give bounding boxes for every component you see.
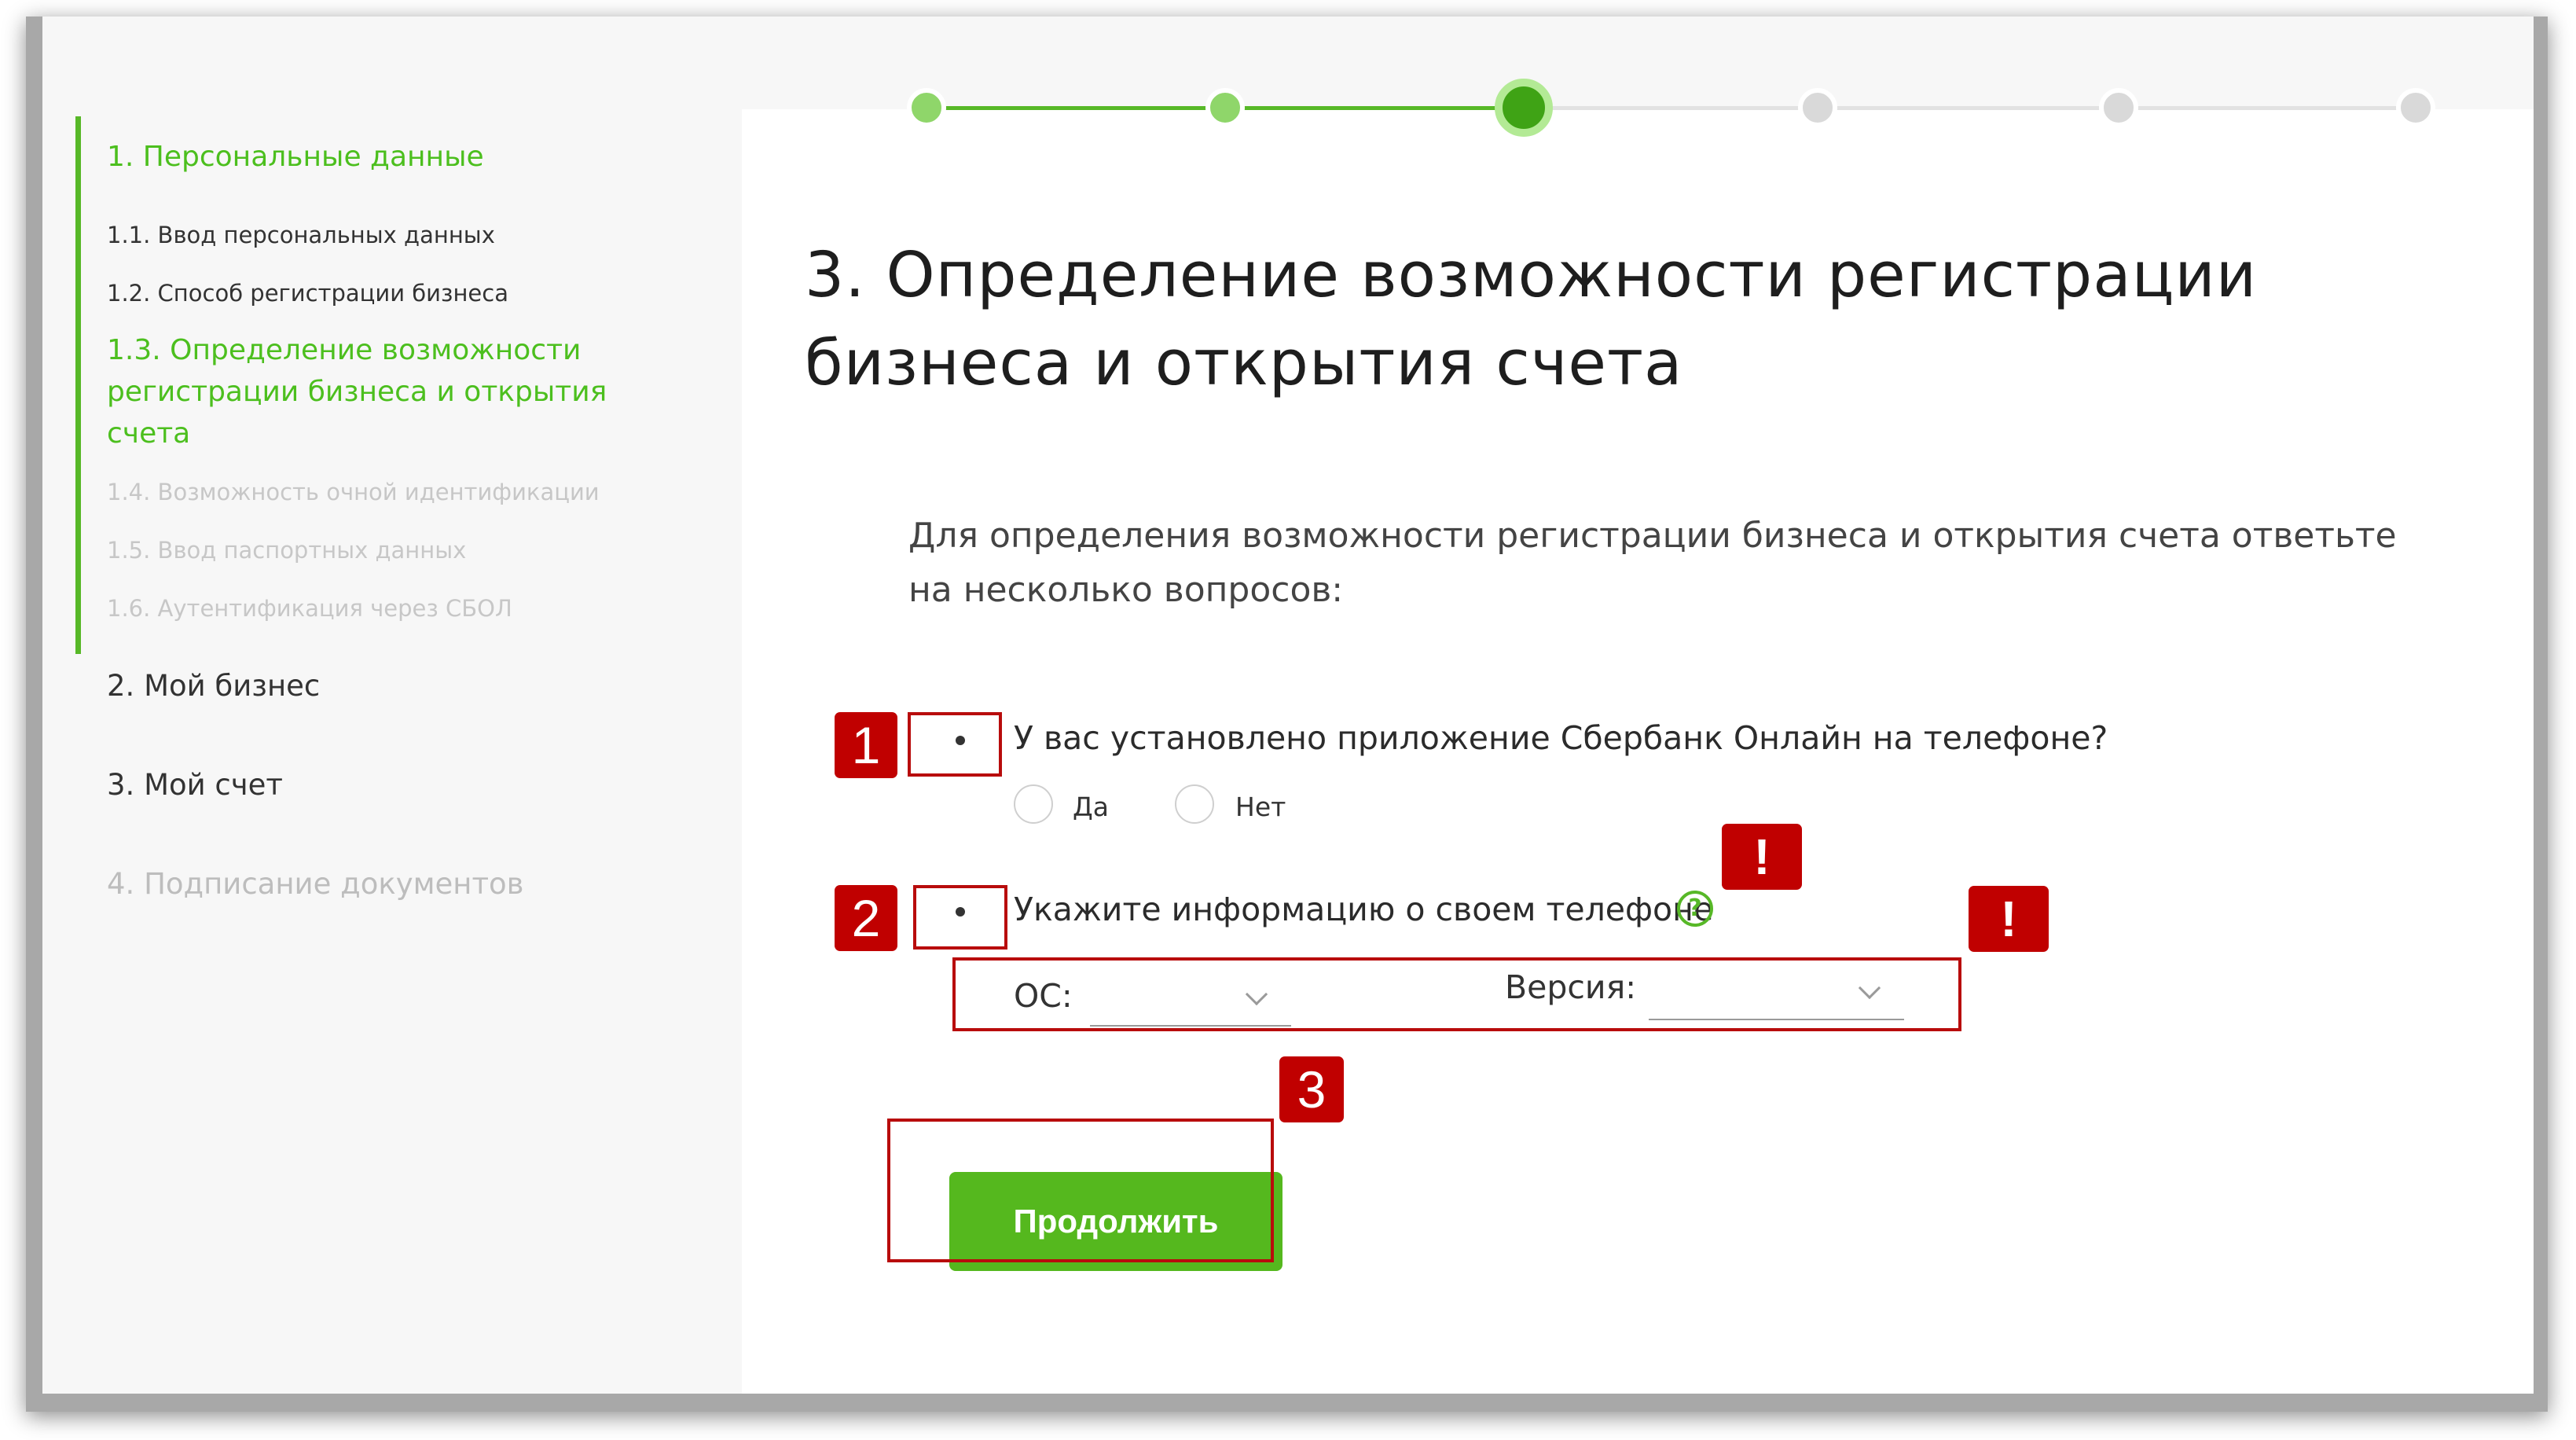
sidebar-section-my-account[interactable]: 3. Мой счет: [107, 767, 283, 803]
stepper-line-1: [927, 106, 1225, 110]
sidebar-item-personal-data-input[interactable]: 1.1. Ввод персональных данных: [107, 221, 495, 249]
sidebar-item-passport-data: 1.5. Ввод паспортных данных: [107, 537, 467, 564]
stepper-line-3: [1524, 106, 1822, 110]
radio-no[interactable]: [1175, 784, 1214, 824]
annotation-box-continue-button: [887, 1119, 1274, 1262]
radio-yes[interactable]: [1014, 784, 1053, 824]
annotation-marker-2: 2: [835, 885, 897, 951]
annotation-box-question-2-bullet: [913, 885, 1007, 950]
annotation-box-question-1-bullet: [908, 712, 1002, 777]
stepper-line-5: [2121, 106, 2416, 110]
stepper-step-5: [2099, 88, 2138, 127]
page-title-line-1: 3. Определение возможности регистрации: [805, 239, 2258, 311]
intro-text-line-2: на несколько вопросов:: [908, 570, 1344, 610]
stepper-step-1: [907, 88, 946, 127]
annotation-marker-1: 1: [835, 712, 897, 778]
annotation-box-phone-selects: [952, 957, 1961, 1031]
sidebar-item-in-person-identification: 1.4. Возможность очной идентификации: [107, 479, 600, 505]
sidebar-progress-bar: [75, 116, 81, 654]
stepper-step-2: [1205, 88, 1245, 127]
annotation-warning-selects: !: [1969, 886, 2049, 952]
sidebar-section-document-signing: 4. Подписание документов: [107, 867, 524, 901]
radio-no-label[interactable]: Нет: [1235, 792, 1286, 822]
stepper-line-2: [1225, 106, 1524, 110]
sidebar-item-registration-possibility[interactable]: 1.3. Определение возможности регистрации…: [107, 329, 641, 454]
stepper-step-6: [2396, 88, 2435, 127]
page-title-line-2: бизнеса и открытия счета: [805, 327, 1683, 399]
sidebar-item-sbol-authentication: 1.6. Аутентификация через СБОЛ: [107, 595, 512, 622]
screenshot-stage: 1. Персональные данные 1.1. Ввод персона…: [0, 0, 2576, 1440]
stepper-line-4: [1822, 106, 2121, 110]
annotation-warning-help: !: [1722, 824, 1802, 890]
stepper-step-3-current: [1495, 79, 1553, 137]
annotation-marker-3: 3: [1279, 1056, 1344, 1122]
intro-text-line-1: Для определения возможности регистрации …: [908, 516, 2397, 556]
sidebar-section-personal-data[interactable]: 1. Персональные данные: [107, 139, 484, 174]
question-1-text: У вас установлено приложение Сбербанк Он…: [1014, 719, 2108, 757]
browser-viewport: 1. Персональные данные 1.1. Ввод персона…: [42, 17, 2534, 1394]
stepper-step-4: [1798, 88, 1837, 127]
sidebar-item-registration-method[interactable]: 1.2. Способ регистрации бизнеса: [107, 279, 508, 307]
radio-yes-label[interactable]: Да: [1073, 792, 1109, 822]
question-circle-icon[interactable]: ?: [1677, 891, 1713, 927]
question-2-text: Укажите информацию о своем телефоне: [1014, 891, 1714, 928]
sidebar-section-my-business[interactable]: 2. Мой бизнес: [107, 668, 320, 704]
